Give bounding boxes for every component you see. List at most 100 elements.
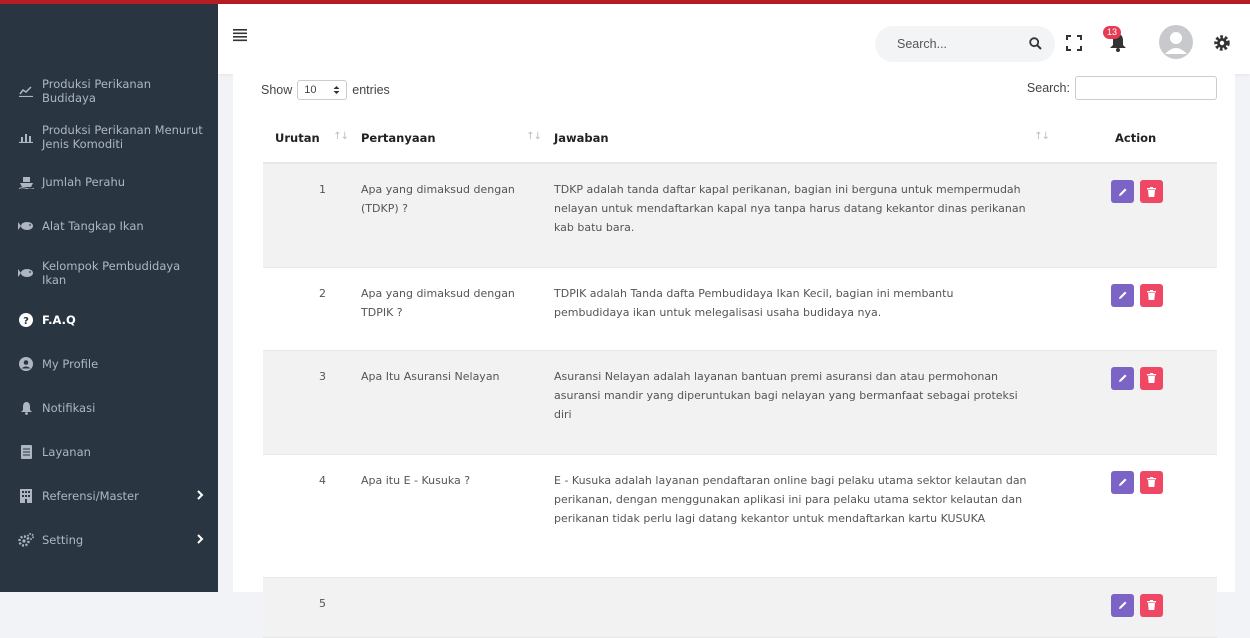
sidebar-item-label: Produksi Perikanan Budidaya [42,77,151,105]
sidebar-item-setting[interactable]: Setting [0,518,218,562]
sidebar-item-label: Alat Tangkap Ikan [42,219,144,233]
table-search-input[interactable] [1075,76,1217,100]
sidebar-item-label: Setting [42,533,84,547]
menu-toggle-icon[interactable] [233,27,253,47]
show-label: Show [261,83,293,97]
trash-icon [1147,600,1156,610]
cell-action [1071,454,1217,578]
cell-action [1071,163,1217,268]
pencil-icon [1118,601,1126,609]
sidebar-item-jumlah-perahu[interactable]: Jumlah Perahu [0,160,218,204]
edit-button[interactable] [1111,283,1134,307]
cell-action [1071,350,1217,455]
avatar[interactable] [1159,25,1193,63]
sidebar-item-produksi-budidaya[interactable]: Produksi Perikanan Budidaya [0,68,218,114]
faq-table: Urutan ↑↓ Pertanyaan ↑↓ Jawaban ↑↓ Action 1… [263,114,1217,638]
column-header-pertanyaan[interactable]: Pertanyaan ↑↓ [358,114,551,164]
cell-urutan: 1 [263,163,358,268]
sort-icon: ↑↓ [1034,131,1050,142]
cell-jawaban [551,577,1071,638]
sidebar-item-kelompok-pembudidaya[interactable]: Kelompok Pembudidaya Ikan [0,248,218,298]
sidebar-item-label: F.A.Q [42,313,76,327]
cell-action [1071,577,1217,638]
cell-urutan: 3 [263,350,358,455]
edit-button[interactable] [1111,470,1134,494]
chart-line-icon [18,83,34,99]
document-icon [18,444,34,460]
trash-icon [1147,477,1156,487]
cell-pertanyaan [358,577,551,638]
column-header-urutan[interactable]: Urutan ↑↓ [263,114,358,164]
building-icon [18,488,34,504]
trash-icon [1147,373,1156,383]
notification-count-badge: 13 [1103,26,1122,39]
column-header-action: Action [1071,114,1217,164]
top-navbar: 13 [218,4,1250,74]
cell-jawaban: E - Kusuka adalah layanan pendaftaran on… [551,454,1071,578]
sidebar-item-label: Notifikasi [42,401,96,415]
cell-pertanyaan: Apa Itu Asuransi Nelayan [358,350,551,455]
sidebar-item-label: Jumlah Perahu [42,175,126,189]
delete-button[interactable] [1140,470,1163,494]
delete-button[interactable] [1140,366,1163,390]
sidebar-item-referensi-master[interactable]: Referensi/Master [0,474,218,518]
global-search [875,26,1055,62]
sidebar-item-layanan[interactable]: Layanan [0,430,218,474]
edit-button[interactable] [1111,366,1134,390]
cell-pertanyaan: Apa yang dimaksud dengan (TDKP) ? [358,163,551,268]
svg-text:?: ? [23,316,29,327]
table-row: 2 Apa yang dimaksud dengan TDPIK ? TDPIK… [263,267,1217,351]
gear-icon[interactable] [1213,34,1231,56]
table-row: 4 Apa itu E - Kusuka ? E - Kusuka adalah… [263,454,1217,578]
sidebar-brand [0,4,218,68]
sidebar: Produksi Perikanan Budidaya Produksi Per… [0,4,218,592]
pencil-icon [1118,374,1126,382]
faq-table-card: Show 10 entries Search: Urutan ↑↓ Pertany… [233,74,1235,638]
global-search-input[interactable] [895,36,1029,52]
sort-icon: ↑↓ [333,131,349,142]
sidebar-item-label: Kelompok Pembudidaya Ikan [42,259,181,287]
sidebar-item-faq[interactable]: ? F.A.Q [0,298,218,342]
cell-urutan: 2 [263,267,358,351]
cell-pertanyaan: Apa itu E - Kusuka ? [358,454,551,578]
table-row: 5 [263,577,1217,638]
trash-icon [1147,290,1156,300]
table-row: 3 Apa Itu Asuransi Nelayan Asuransi Nela… [263,350,1217,455]
column-header-jawaban[interactable]: Jawaban ↑↓ [551,114,1071,164]
entries-select[interactable]: 10 [297,80,348,100]
fish-icon [18,218,34,234]
chevron-right-icon [197,489,204,503]
chevron-right-icon [197,533,204,547]
entries-label: entries [352,83,390,97]
sidebar-item-produksi-komoditi[interactable]: Produksi Perikanan Menurut Jenis Komodit… [0,114,218,160]
table-search: Search: [1027,76,1217,100]
pencil-icon [1118,188,1126,196]
fish-icon [18,265,34,281]
cell-action [1071,267,1217,351]
sidebar-item-notifikasi[interactable]: Notifikasi [0,386,218,430]
question-circle-icon: ? [18,312,34,328]
pencil-icon [1118,478,1126,486]
ship-icon [18,174,34,190]
edit-button[interactable] [1111,180,1134,203]
cogs-icon [18,532,34,548]
search-icon[interactable] [1029,35,1042,54]
cell-jawaban: TDPIK adalah Tanda dafta Pembudidaya Ika… [551,267,1071,351]
select-arrows-icon [333,86,340,94]
sidebar-item-alat-tangkap[interactable]: Alat Tangkap Ikan [0,204,218,248]
bell-icon [18,400,34,416]
sort-icon: ↑↓ [526,131,542,142]
delete-button[interactable] [1140,593,1163,617]
table-search-label: Search: [1026,81,1070,95]
user-circle-icon [18,356,34,372]
notification-bell[interactable]: 13 [1103,26,1127,56]
pencil-icon [1118,291,1126,299]
cell-urutan: 5 [263,577,358,638]
delete-button[interactable] [1140,180,1163,203]
sidebar-item-my-profile[interactable]: My Profile [0,342,218,386]
delete-button[interactable] [1140,283,1163,307]
entries-value: 10 [304,84,317,96]
cell-urutan: 4 [263,454,358,578]
edit-button[interactable] [1111,593,1134,617]
fullscreen-icon[interactable] [1066,35,1082,55]
